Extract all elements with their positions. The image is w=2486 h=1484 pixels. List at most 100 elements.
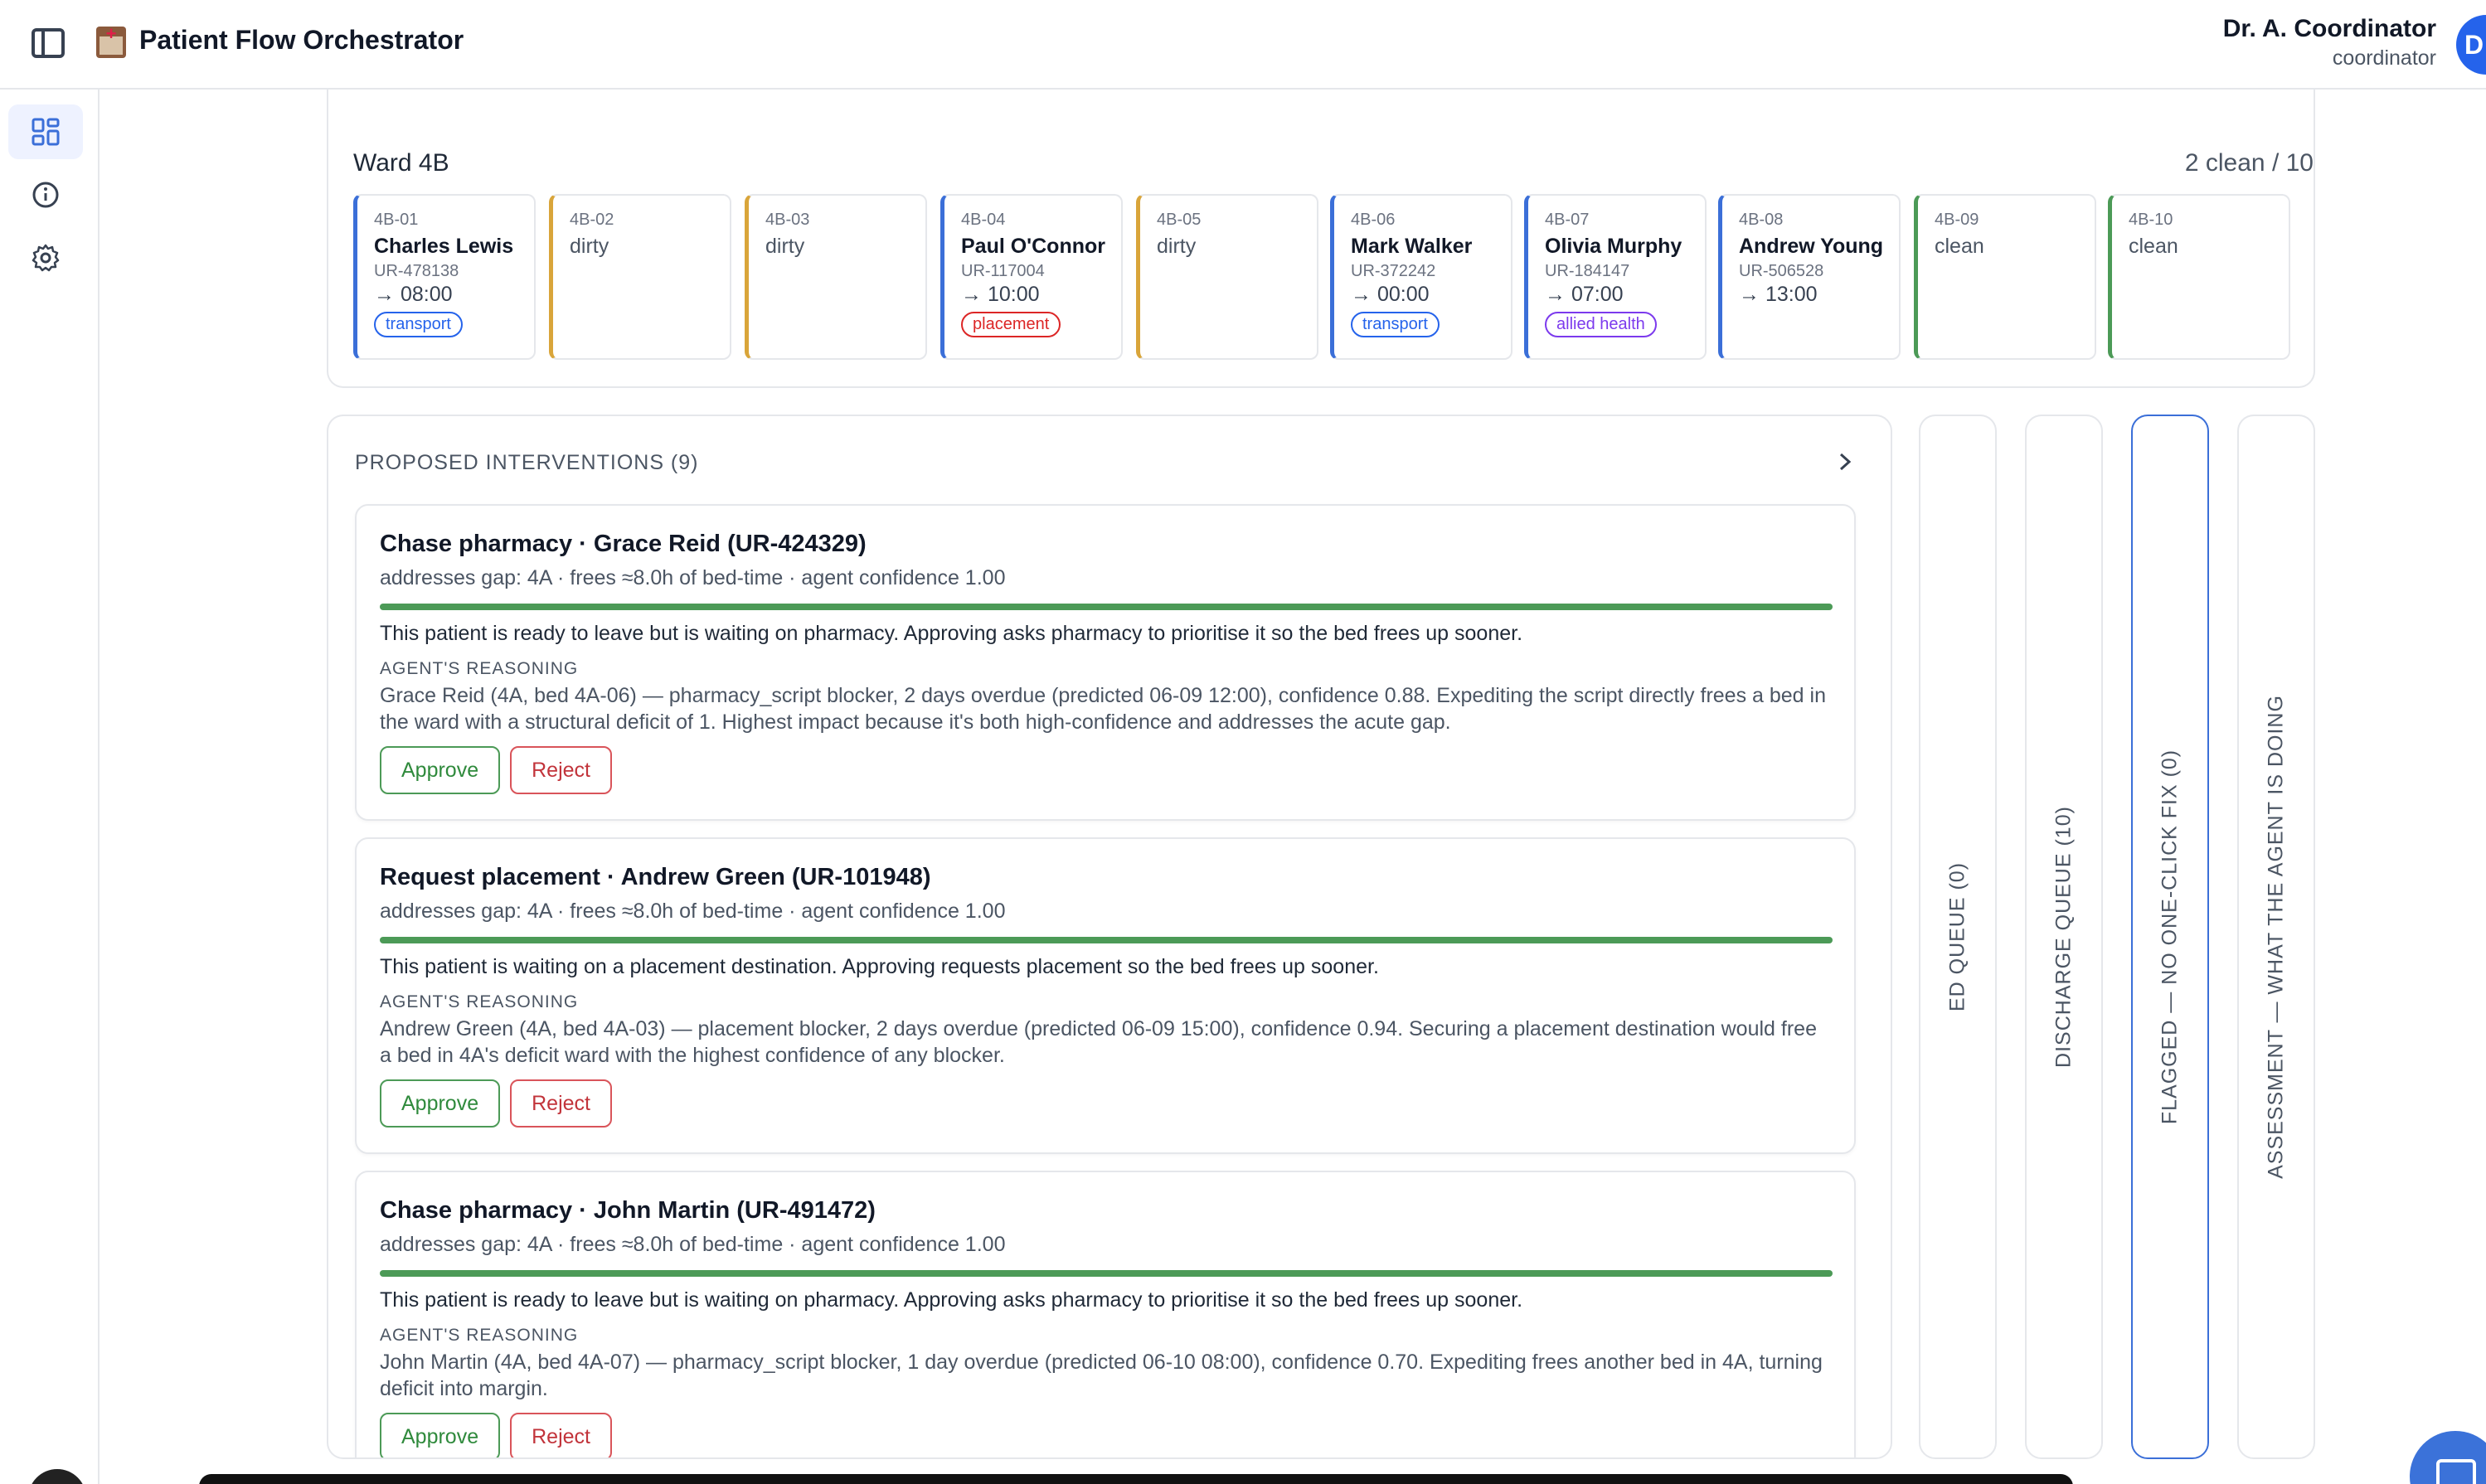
settings-nav-button[interactable] bbox=[8, 230, 83, 285]
blocker-tag: transport bbox=[374, 312, 463, 337]
reject-button[interactable]: Reject bbox=[510, 1079, 612, 1128]
bed-id: 4B-06 bbox=[1351, 211, 1396, 229]
bed-card[interactable]: 4B-06 Mark Walker UR-372242 → 00:00 transpor… bbox=[1330, 194, 1512, 360]
bed-id: 4B-07 bbox=[1545, 211, 1590, 229]
ed-queue-column[interactable]: ED QUEUE (0) bbox=[1919, 415, 1997, 1459]
intervention-card: Request placement · Andrew Green (UR-101… bbox=[355, 837, 1856, 1154]
interventions-header: PROPOSED INTERVENTIONS (9) bbox=[355, 451, 699, 474]
reasoning-text: Andrew Green (4A, bed 4A-03) — placement… bbox=[380, 1017, 1817, 1067]
bed-id: 4B-08 bbox=[1739, 211, 1784, 229]
approve-button[interactable]: Approve bbox=[380, 1413, 501, 1457]
hospital-icon bbox=[96, 23, 126, 58]
intervention-summary: This patient is waiting on a placement d… bbox=[380, 955, 1379, 978]
assessment-column[interactable]: ASSESSMENT — WHAT THE AGENT IS DOING bbox=[2237, 415, 2315, 1459]
info-nav-button[interactable] bbox=[8, 167, 83, 222]
confidence-bar bbox=[380, 1270, 1833, 1277]
patient-ur: UR-117004 bbox=[961, 262, 1045, 280]
bed-card[interactable]: 4B-02 dirty bbox=[549, 194, 731, 360]
patient-name: Andrew Young bbox=[1739, 235, 1884, 258]
reject-button[interactable]: Reject bbox=[510, 746, 612, 794]
bed-card[interactable]: 4B-07 Olivia Murphy UR-184147 → 07:00 allied… bbox=[1524, 194, 1707, 360]
intervention-meta: addresses gap: 4A · frees ≈8.0h of bed-t… bbox=[380, 900, 1006, 923]
blocker-tag: allied health bbox=[1545, 312, 1657, 337]
assessment-label: ASSESSMENT — WHAT THE AGENT IS DOING bbox=[2264, 695, 2288, 1179]
patient-ur: UR-184147 bbox=[1545, 262, 1630, 280]
blocker-tag: placement bbox=[961, 312, 1061, 337]
discharge-time: → 10:00 bbox=[961, 283, 1040, 306]
bed-id: 4B-09 bbox=[1935, 211, 1979, 229]
bed-card[interactable]: 4B-05 dirty bbox=[1136, 194, 1318, 360]
reasoning-label: AGENT'S REASONING bbox=[380, 992, 579, 1011]
bed-id: 4B-02 bbox=[570, 211, 614, 229]
info-icon bbox=[32, 182, 59, 208]
bed-status: dirty bbox=[570, 235, 609, 258]
bed-card[interactable]: 4B-10 clean bbox=[2108, 194, 2290, 360]
intervention-title: Chase pharmacy · Grace Reid (UR-424329) bbox=[380, 531, 867, 557]
left-rail bbox=[0, 90, 100, 1484]
intervention-title: Chase pharmacy · John Martin (UR-491472) bbox=[380, 1197, 876, 1224]
patient-ur: UR-372242 bbox=[1351, 262, 1436, 280]
patient-name: Mark Walker bbox=[1351, 235, 1473, 258]
bed-id: 4B-10 bbox=[2129, 211, 2173, 229]
bed-status: dirty bbox=[765, 235, 805, 258]
bed-card[interactable]: 4B-09 clean bbox=[1914, 194, 2096, 360]
bed-status: dirty bbox=[1157, 235, 1197, 258]
discharge-queue-label: DISCHARGE QUEUE (10) bbox=[2051, 806, 2076, 1068]
bed-card[interactable]: 4B-08 Andrew Young UR-506528 → 13:00 bbox=[1718, 194, 1901, 360]
intervention-meta: addresses gap: 4A · frees ≈8.0h of bed-t… bbox=[380, 566, 1006, 589]
confidence-bar bbox=[380, 604, 1833, 610]
blocker-tag: transport bbox=[1351, 312, 1440, 337]
sidebar-toggle-icon[interactable] bbox=[32, 28, 65, 58]
intervention-meta: addresses gap: 4A · frees ≈8.0h of bed-t… bbox=[380, 1233, 1006, 1256]
flagged-label: FLAGGED — NO ONE-CLICK FIX (0) bbox=[2158, 749, 2182, 1125]
approve-button[interactable]: Approve bbox=[380, 746, 501, 794]
intervention-card: Chase pharmacy · Grace Reid (UR-424329) … bbox=[355, 504, 1856, 821]
reasoning-text: John Martin (4A, bed 4A-07) — pharmacy_s… bbox=[380, 1351, 1823, 1400]
bed-id: 4B-05 bbox=[1157, 211, 1202, 229]
intervention-summary: This patient is ready to leave but is wa… bbox=[380, 1288, 1523, 1312]
ward-title: Ward 4B bbox=[353, 149, 449, 177]
confidence-bar bbox=[380, 937, 1833, 943]
patient-name: Olivia Murphy bbox=[1545, 235, 1682, 258]
gear-icon bbox=[32, 244, 60, 272]
patient-ur: UR-506528 bbox=[1739, 262, 1824, 280]
patient-name: Charles Lewis bbox=[374, 235, 514, 258]
flagged-column[interactable]: FLAGGED — NO ONE-CLICK FIX (0) bbox=[2131, 415, 2209, 1459]
chat-button[interactable] bbox=[2410, 1431, 2486, 1484]
bottom-bar bbox=[199, 1474, 2073, 1484]
approve-button[interactable]: Approve bbox=[380, 1079, 501, 1128]
bed-card[interactable]: 4B-01 Charles Lewis UR-478138 → 08:00 transp… bbox=[353, 194, 536, 360]
intervention-card: Chase pharmacy · John Martin (UR-491472)… bbox=[355, 1171, 1856, 1457]
ed-queue-label: ED QUEUE (0) bbox=[1945, 861, 1969, 1012]
bed-id: 4B-04 bbox=[961, 211, 1006, 229]
avatar[interactable]: D bbox=[2456, 15, 2486, 75]
intervention-title: Request placement · Andrew Green (UR-101… bbox=[380, 864, 931, 890]
reasoning-label: AGENT'S REASONING bbox=[380, 1326, 579, 1345]
reasoning-label: AGENT'S REASONING bbox=[380, 659, 579, 678]
bed-status: clean bbox=[1935, 235, 1984, 258]
user-role: coordinator bbox=[2332, 46, 2436, 70]
discharge-queue-column[interactable]: DISCHARGE QUEUE (10) bbox=[2025, 415, 2103, 1459]
discharge-time: → 08:00 bbox=[374, 283, 453, 306]
bed-id: 4B-01 bbox=[374, 211, 419, 229]
interventions-panel: PROPOSED INTERVENTIONS (9) Chase pharmac… bbox=[327, 415, 1892, 1459]
patient-ur: UR-478138 bbox=[374, 262, 459, 280]
discharge-time: → 07:00 bbox=[1545, 283, 1624, 306]
bed-status: clean bbox=[2129, 235, 2178, 258]
discharge-time: → 13:00 bbox=[1739, 283, 1818, 306]
dashboard-nav-button[interactable] bbox=[8, 104, 83, 159]
reasoning-text: Grace Reid (4A, bed 4A-06) — pharmacy_sc… bbox=[380, 684, 1826, 734]
bed-card[interactable]: 4B-04 Paul O'Connor UR-117004 → 10:00 placem… bbox=[940, 194, 1123, 360]
chevron-right-icon[interactable] bbox=[1833, 449, 1857, 474]
bed-id: 4B-03 bbox=[765, 211, 810, 229]
user-name: Dr. A. Coordinator bbox=[2222, 15, 2436, 42]
intervention-summary: This patient is ready to leave but is wa… bbox=[380, 622, 1523, 645]
bed-card[interactable]: 4B-03 dirty bbox=[745, 194, 927, 360]
ward-clean-count: 2 clean / 10 bbox=[2184, 149, 2314, 177]
discharge-time: → 00:00 bbox=[1351, 283, 1430, 306]
app-title: Patient Flow Orchestrator bbox=[139, 25, 464, 55]
dashboard-icon bbox=[32, 118, 60, 146]
top-bar: Patient Flow Orchestrator Dr. A. Coordin… bbox=[0, 0, 2486, 90]
reject-button[interactable]: Reject bbox=[510, 1413, 612, 1457]
patient-name: Paul O'Connor bbox=[961, 235, 1105, 258]
